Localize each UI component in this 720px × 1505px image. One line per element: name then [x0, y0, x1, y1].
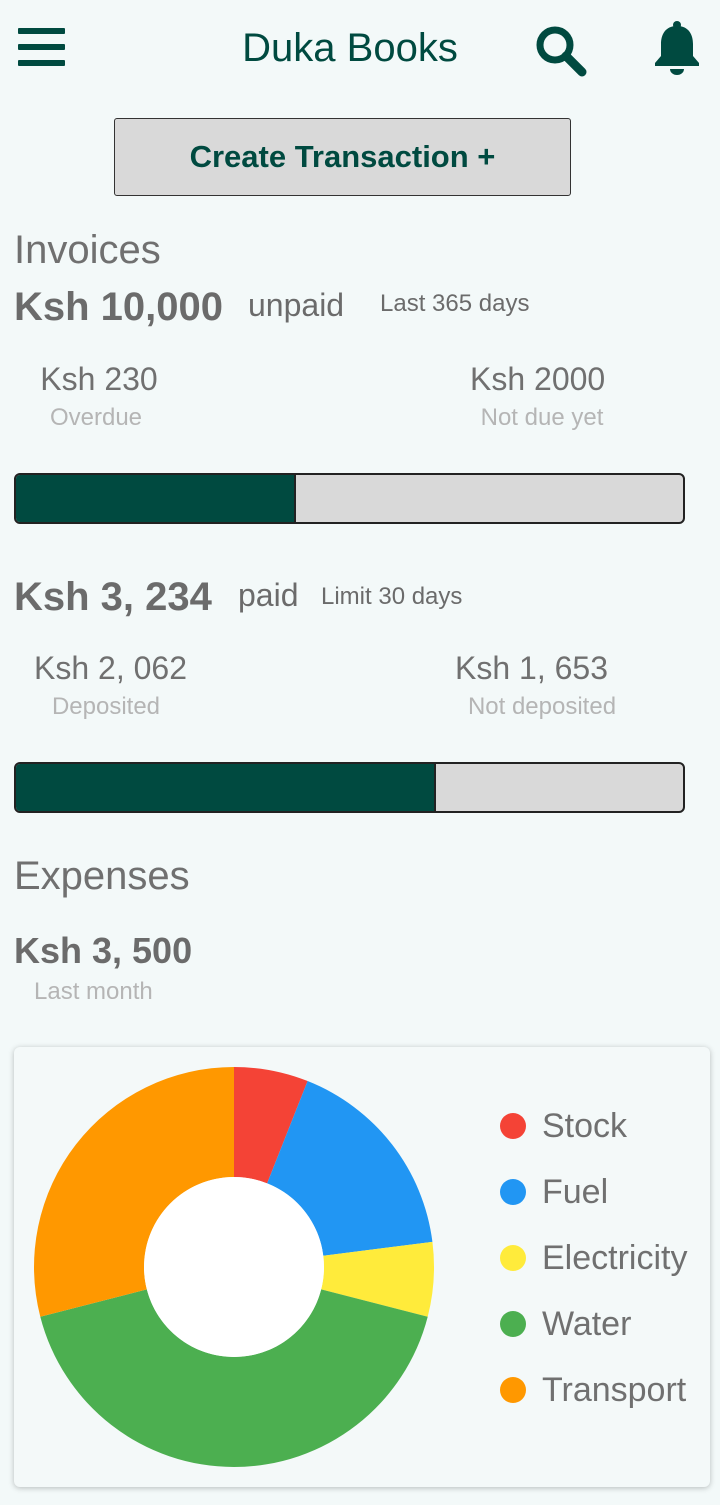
overdue-block: Ksh 230	[34, 361, 164, 398]
unpaid-period: Last 365 days	[380, 290, 530, 317]
legend-item-transport: Transport	[500, 1370, 686, 1410]
deposited-label: Deposited	[51, 693, 161, 720]
legend-label: Fuel	[542, 1172, 609, 1211]
legend-dot	[500, 1377, 526, 1403]
legend-dot	[500, 1113, 526, 1139]
legend-dot	[500, 1311, 526, 1337]
deposited-amount: Ksh 2, 062	[34, 650, 187, 686]
expenses-title: Expenses	[14, 854, 190, 898]
legend-item-fuel: Fuel	[500, 1172, 608, 1212]
legend-label: Stock	[542, 1106, 628, 1145]
create-transaction-button[interactable]: Create Transaction +	[114, 118, 571, 196]
unpaid-progress-bar	[14, 473, 685, 524]
search-icon	[536, 26, 587, 77]
unpaid-label: unpaid	[248, 287, 345, 323]
legend-item-water: Water	[500, 1304, 631, 1344]
expenses-donut-chart	[34, 1067, 434, 1467]
unpaid-progress-fill	[16, 475, 297, 522]
app-title: Duka Books	[242, 26, 458, 70]
paid-label: paid	[238, 577, 299, 613]
legend-label: Transport	[542, 1370, 687, 1409]
expenses-chart-card: Stock Fuel Electricity Water Transport	[14, 1047, 710, 1487]
not-due-label: Not due yet	[480, 404, 604, 431]
not-due-amount: Ksh 2000	[470, 361, 606, 397]
unpaid-amount: Ksh 10,000	[14, 285, 224, 329]
not-deposited-label: Not deposited	[467, 693, 617, 720]
legend-label: Water	[542, 1304, 632, 1343]
legend-dot	[500, 1179, 526, 1205]
not-deposited-amount: Ksh 1, 653	[455, 650, 608, 686]
search-button[interactable]	[532, 22, 588, 78]
invoices-title: Invoices	[14, 228, 161, 272]
expenses-amount: Ksh 3, 500	[14, 930, 193, 971]
legend-item-electricity: Electricity	[500, 1238, 687, 1278]
paid-amount: Ksh 3, 234	[14, 575, 212, 619]
bell-icon	[655, 21, 699, 75]
paid-period: Limit 30 days	[321, 583, 463, 610]
legend-dot	[500, 1245, 526, 1271]
donut-hole	[144, 1177, 324, 1357]
notifications-button[interactable]	[652, 20, 702, 76]
paid-progress-fill	[16, 764, 437, 811]
legend-item-stock: Stock	[500, 1106, 627, 1146]
paid-progress-bar	[14, 762, 685, 813]
legend-label: Electricity	[542, 1238, 688, 1277]
overdue-label: Overdue	[49, 404, 143, 431]
expenses-period: Last month	[34, 978, 153, 1005]
overdue-amount: Ksh 230	[40, 361, 158, 397]
